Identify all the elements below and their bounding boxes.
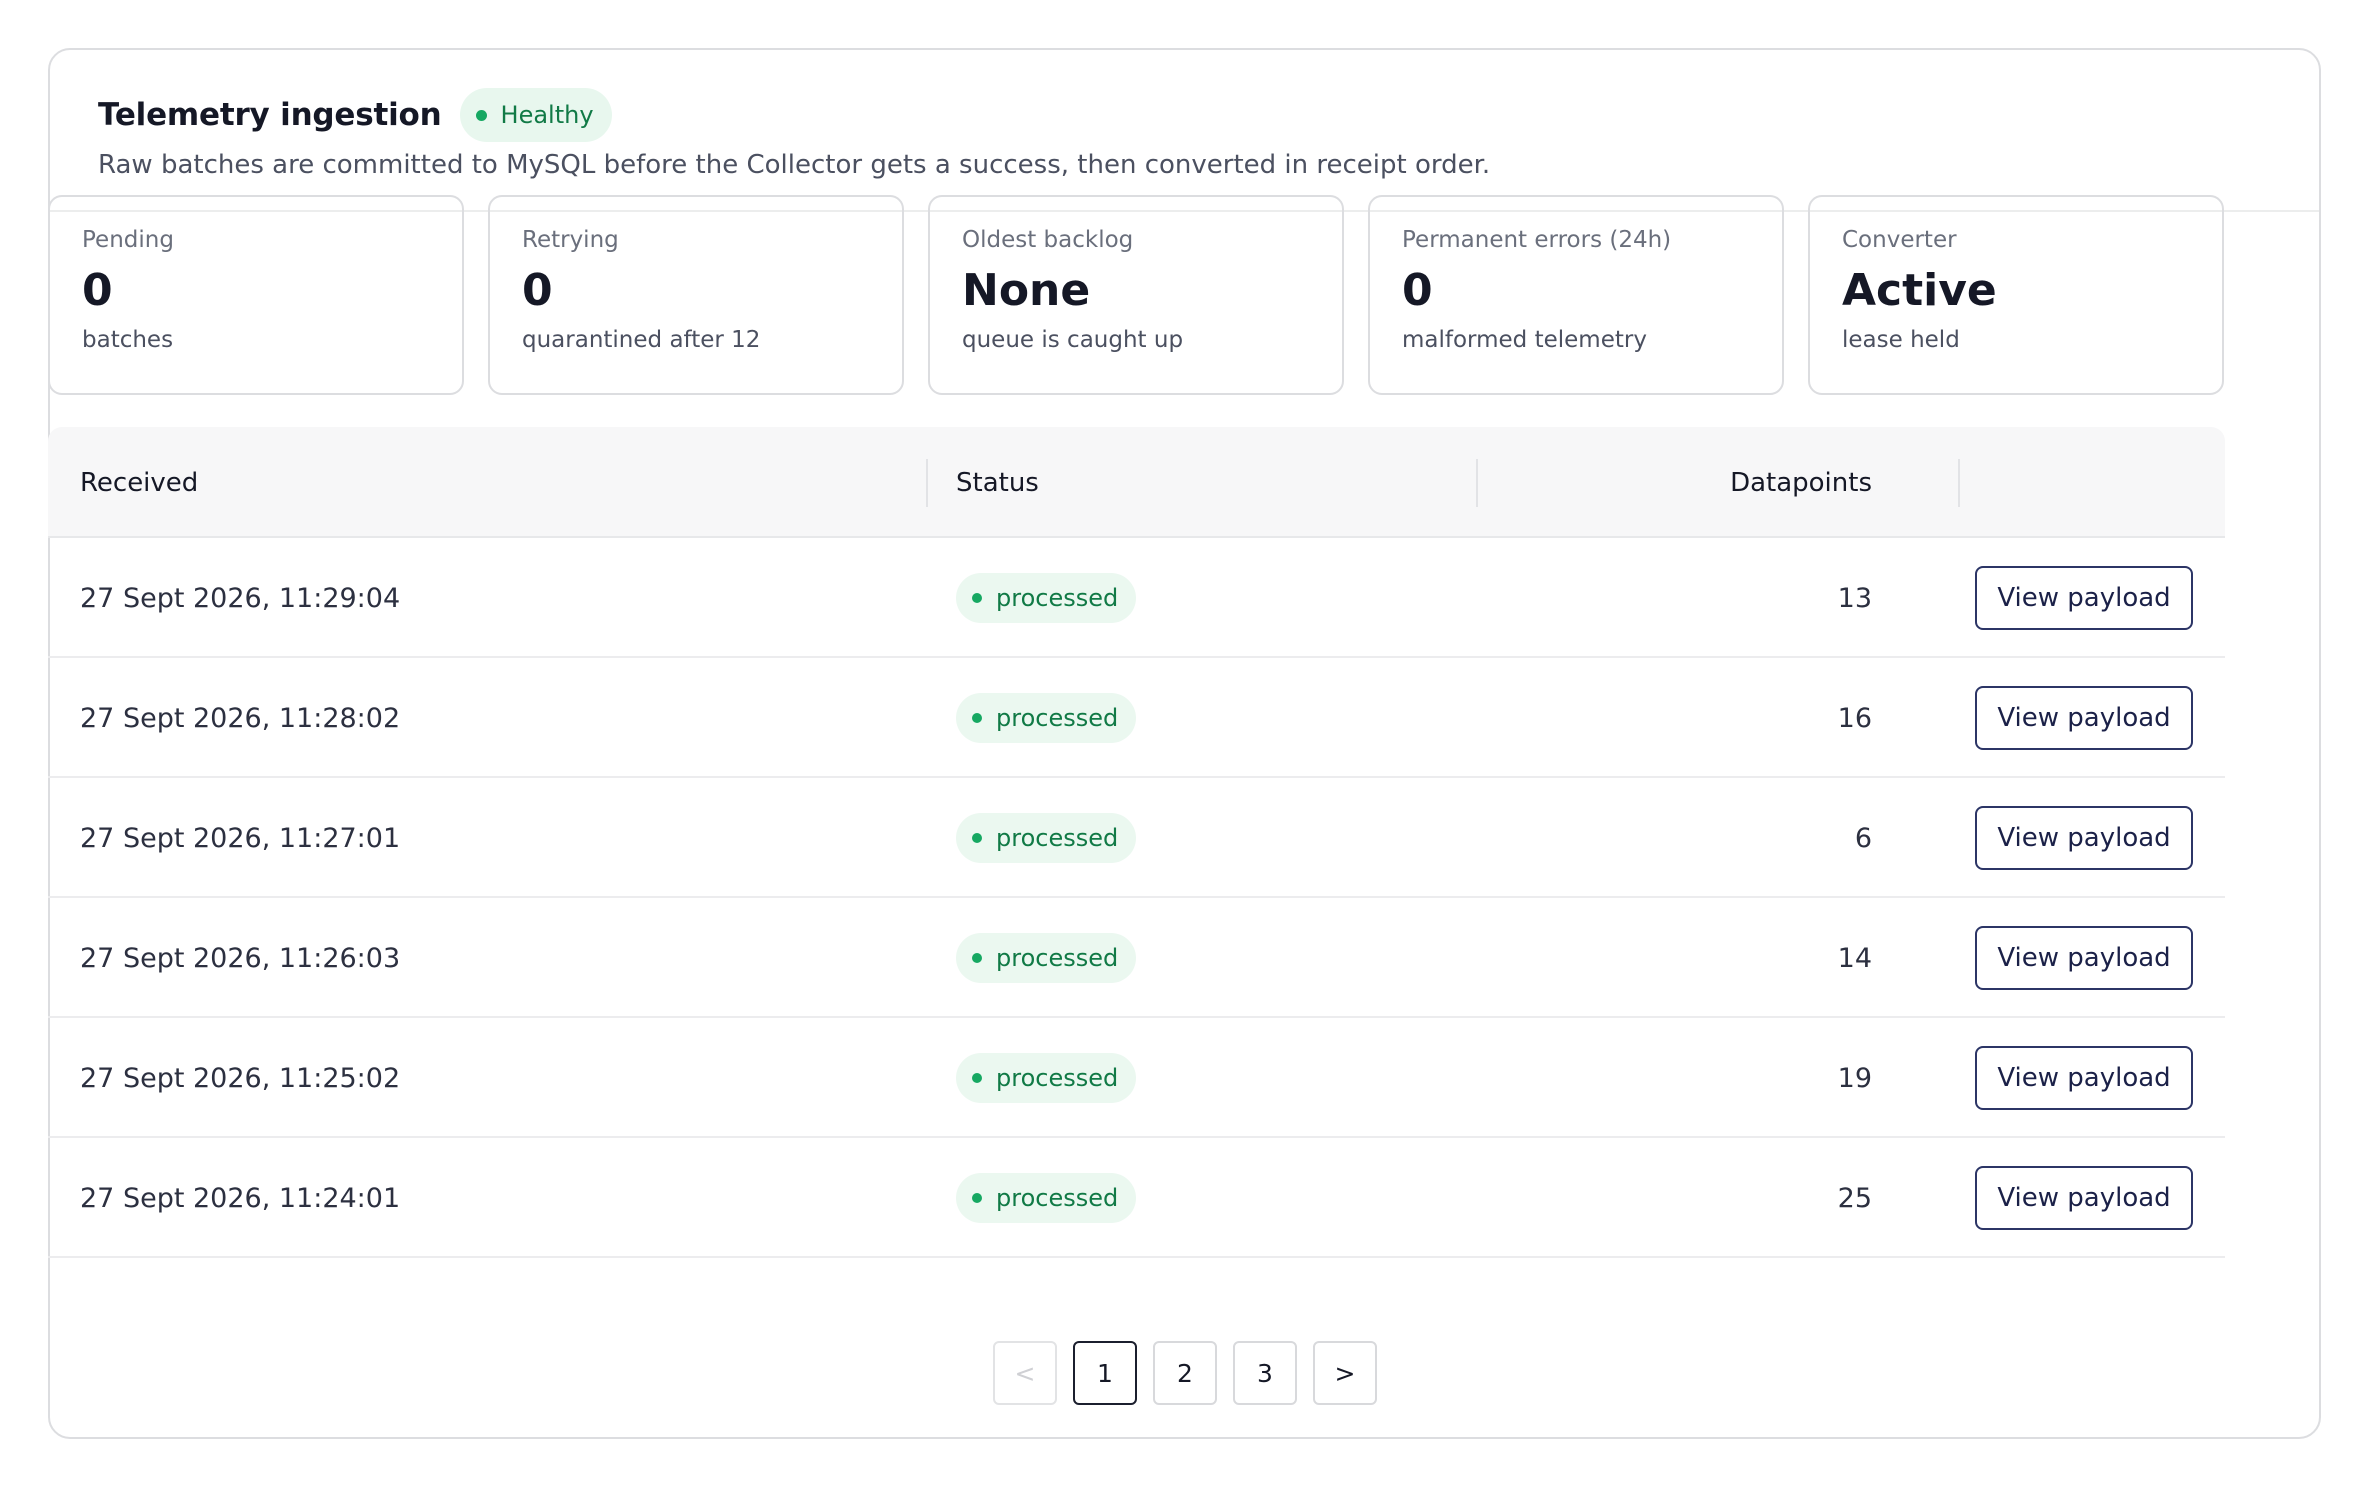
stat-label: Permanent errors (24h) — [1402, 227, 1672, 253]
table-row: 27 Sept 2026, 11:24:01 processed 25 View… — [48, 1138, 2225, 1258]
status-cell: processed — [956, 1018, 1137, 1138]
status-pill: processed — [956, 813, 1137, 863]
status-dot-icon — [972, 593, 982, 603]
received-cell: 27 Sept 2026, 11:28:02 — [80, 702, 401, 734]
action-cell: View payload — [1975, 1138, 2193, 1258]
datapoints-cell: 16 — [1837, 702, 1872, 734]
status-badge: Healthy — [459, 88, 612, 142]
stat-card-retrying: Retrying 0 quarantined after 12 — [488, 195, 904, 395]
page-title: Telemetry ingestion — [98, 97, 442, 133]
page-2-button[interactable]: 2 — [1153, 1341, 1217, 1405]
status-cell: processed — [956, 778, 1137, 898]
view-payload-button[interactable]: View payload — [1975, 1046, 2193, 1110]
stat-sub: malformed telemetry — [1402, 327, 1647, 354]
stat-label: Pending — [82, 227, 174, 253]
action-cell: View payload — [1975, 658, 2193, 778]
status-cell: processed — [956, 898, 1137, 1018]
next-page-button[interactable]: > — [1313, 1341, 1377, 1405]
column-divider — [1958, 459, 1960, 507]
status-pill: processed — [956, 573, 1137, 623]
status-label: processed — [996, 1184, 1119, 1212]
stat-sub: quarantined after 12 — [522, 327, 761, 354]
stat-label: Retrying — [522, 227, 619, 253]
action-cell: View payload — [1975, 538, 2193, 658]
status-label: processed — [996, 824, 1119, 852]
card-header: Telemetry ingestion Healthy Raw batches … — [50, 50, 2319, 212]
page-3-button[interactable]: 3 — [1233, 1341, 1297, 1405]
status-cell: processed — [956, 658, 1137, 778]
status-label: processed — [996, 944, 1119, 972]
table-row: 27 Sept 2026, 11:29:04 processed 13 View… — [48, 538, 2225, 658]
received-cell: 27 Sept 2026, 11:26:03 — [80, 942, 401, 974]
status-dot-icon — [475, 109, 487, 121]
received-cell: 27 Sept 2026, 11:24:01 — [80, 1182, 401, 1214]
view-payload-button[interactable]: View payload — [1975, 566, 2193, 630]
action-cell: View payload — [1975, 1018, 2193, 1138]
status-label: processed — [996, 584, 1119, 612]
status-pill: processed — [956, 1053, 1137, 1103]
table-row: 27 Sept 2026, 11:28:02 processed 16 View… — [48, 658, 2225, 778]
table-row: 27 Sept 2026, 11:27:01 processed 6 View … — [48, 778, 2225, 898]
received-cell: 27 Sept 2026, 11:29:04 — [80, 582, 401, 614]
column-divider — [926, 459, 928, 507]
column-divider — [1476, 459, 1478, 507]
status-dot-icon — [972, 713, 982, 723]
received-cell: 27 Sept 2026, 11:25:02 — [80, 1062, 401, 1094]
stat-sub: lease held — [1842, 327, 1960, 354]
stats-row: Pending 0 batches Retrying 0 quarantined… — [48, 195, 2224, 395]
status-cell: processed — [956, 538, 1137, 658]
status-pill: processed — [956, 1173, 1137, 1223]
stat-sub: queue is caught up — [962, 327, 1184, 354]
datapoints-cell: 19 — [1837, 1062, 1872, 1094]
stat-label: Oldest backlog — [962, 227, 1134, 253]
stat-card-pending: Pending 0 batches — [48, 195, 464, 395]
stat-label: Converter — [1842, 227, 1957, 253]
datapoints-cell: 25 — [1837, 1182, 1872, 1214]
datapoints-cell: 6 — [1854, 822, 1872, 854]
status-dot-icon — [972, 833, 982, 843]
action-cell: View payload — [1975, 778, 2193, 898]
stat-value: 0 — [522, 265, 553, 316]
page-1-button[interactable]: 1 — [1073, 1341, 1137, 1405]
status-dot-icon — [972, 1193, 982, 1203]
stat-card-permanent-errors: Permanent errors (24h) 0 malformed telem… — [1368, 195, 1784, 395]
stat-value: 0 — [82, 265, 113, 316]
view-payload-button[interactable]: View payload — [1975, 926, 2193, 990]
prev-page-button[interactable]: < — [993, 1341, 1057, 1405]
received-cell: 27 Sept 2026, 11:27:01 — [80, 822, 401, 854]
pagination: < 1 2 3 > — [993, 1341, 1377, 1405]
table-row: 27 Sept 2026, 11:25:02 processed 19 View… — [48, 1018, 2225, 1138]
view-payload-button[interactable]: View payload — [1975, 686, 2193, 750]
table-header: Received Status Datapoints — [48, 427, 2225, 538]
status-pill: processed — [956, 693, 1137, 743]
stat-value: 0 — [1402, 265, 1433, 316]
status-dot-icon — [972, 1073, 982, 1083]
column-header-status[interactable]: Status — [956, 427, 1039, 538]
stat-card-converter: Converter Active lease held — [1808, 195, 2224, 395]
stat-value: None — [962, 265, 1091, 316]
page-description: Raw batches are committed to MySQL befor… — [98, 150, 1491, 180]
title-row: Telemetry ingestion Healthy — [98, 88, 2271, 142]
status-cell: processed — [956, 1138, 1137, 1258]
status-pill: processed — [956, 933, 1137, 983]
stat-sub: batches — [82, 327, 174, 354]
action-cell: View payload — [1975, 898, 2193, 1018]
table-row: 27 Sept 2026, 11:26:03 processed 14 View… — [48, 898, 2225, 1018]
status-dot-icon — [972, 953, 982, 963]
datapoints-cell: 14 — [1837, 942, 1872, 974]
stat-value: Active — [1842, 265, 1997, 316]
datapoints-cell: 13 — [1837, 582, 1872, 614]
stat-card-oldest-backlog: Oldest backlog None queue is caught up — [928, 195, 1344, 395]
view-payload-button[interactable]: View payload — [1975, 1166, 2193, 1230]
view-payload-button[interactable]: View payload — [1975, 806, 2193, 870]
column-header-received[interactable]: Received — [80, 427, 198, 538]
status-label: processed — [996, 704, 1119, 732]
batches-table: Received Status Datapoints 27 Sept 2026,… — [48, 427, 2225, 1258]
column-header-datapoints[interactable]: Datapoints — [1730, 427, 1872, 538]
status-badge-label: Healthy — [500, 101, 594, 129]
status-label: processed — [996, 1064, 1119, 1092]
